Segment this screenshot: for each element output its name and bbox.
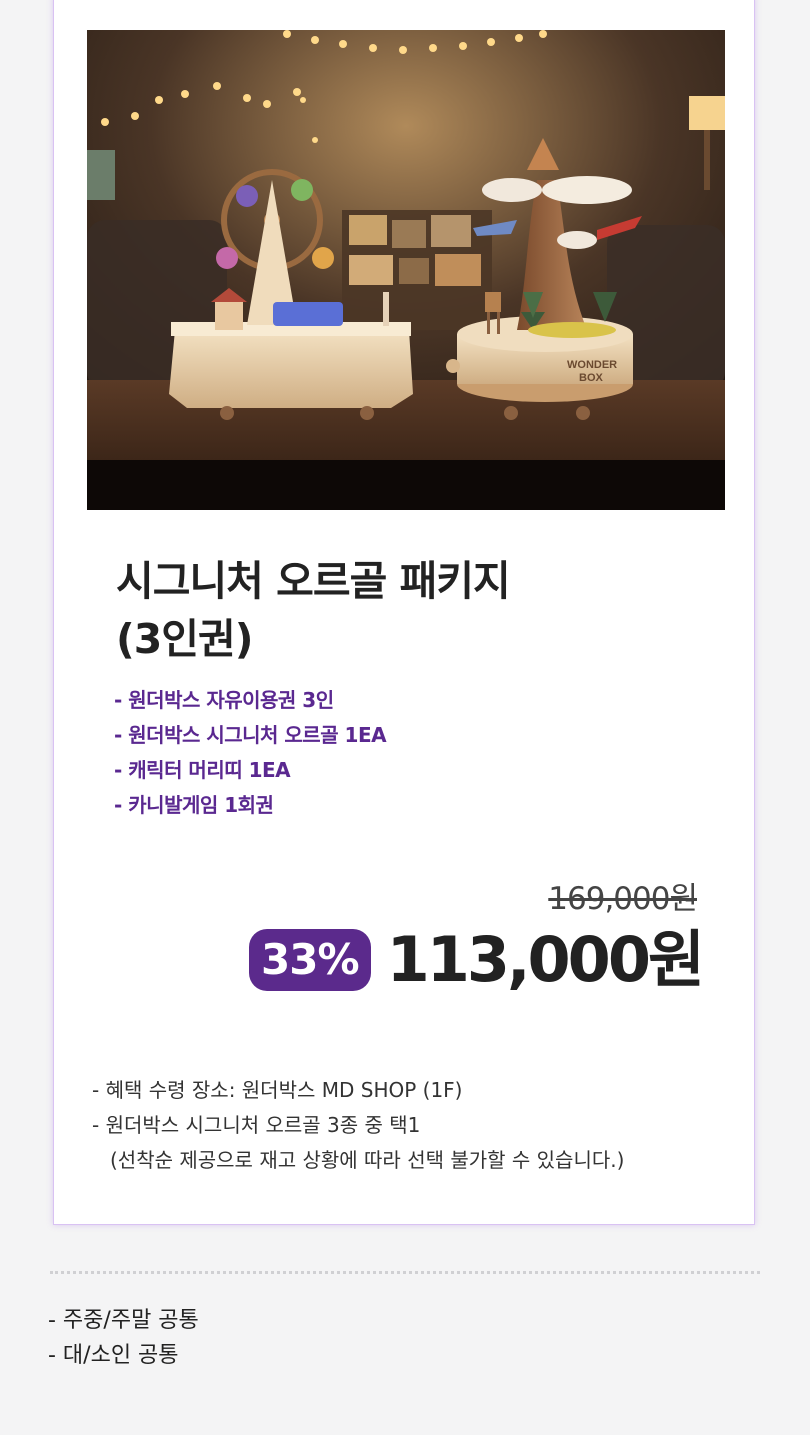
product-title-line2: (3인권): [116, 615, 253, 663]
product-photo: WONDER BOX: [87, 30, 725, 510]
discount-badge: 33%: [249, 929, 371, 991]
sale-price: 113,000원: [386, 923, 705, 996]
notes: - 혜택 수령 장소: 원더박스 MD SHOP (1F) - 원더박스 시그니…: [92, 1073, 624, 1178]
footer-notes: - 주중/주말 공통 - 대/소인 공통: [48, 1303, 199, 1373]
box-label-line1: WONDER: [567, 359, 617, 371]
box-label-line2: BOX: [579, 372, 604, 384]
note-item: (선착순 제공으로 재고 상황에 따라 선택 불가할 수 있습니다.): [110, 1148, 625, 1172]
benefit-item: - 캐릭터 머리띠 1EA: [114, 758, 291, 782]
note-item: - 혜택 수령 장소: 원더박스 MD SHOP (1F): [92, 1078, 463, 1102]
product-title: 시그니처 오르골 패키지 (3인권): [116, 552, 676, 668]
dotted-divider: [50, 1271, 760, 1274]
product-title-line1: 시그니처 오르골 패키지: [116, 557, 511, 605]
benefit-item: - 카니발게임 1회권: [114, 793, 274, 817]
benefit-list: - 원더박스 자유이용권 3인 - 원더박스 시그니처 오르골 1EA - 캐릭…: [114, 683, 387, 823]
original-price: 169,000원: [548, 881, 698, 917]
note-item: - 원더박스 시그니처 오르골 3종 중 택1: [92, 1113, 421, 1137]
product-card: WONDER BOX 시그니처 오르골 패키지 (3인권) - 원더박스 자유이…: [53, 0, 755, 1225]
benefit-item: - 원더박스 시그니처 오르골 1EA: [114, 723, 387, 747]
benefit-item: - 원더박스 자유이용권 3인: [114, 688, 334, 712]
price-row: 33% 113,000원: [249, 923, 705, 996]
footer-item: - 주중/주말 공통: [48, 1308, 199, 1333]
footer-item: - 대/소인 공통: [48, 1343, 179, 1368]
